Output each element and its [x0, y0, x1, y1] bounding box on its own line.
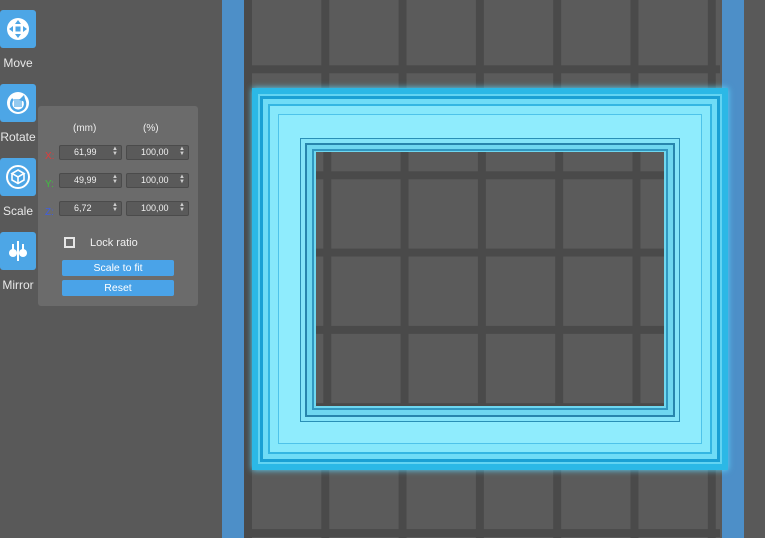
- z-percent-input[interactable]: 100,00 ▲ ▼: [126, 201, 189, 216]
- z-mm-value: 6,72: [74, 203, 92, 213]
- build-plate-edge-left: [222, 0, 244, 538]
- rotate-button[interactable]: [0, 84, 36, 122]
- move-button[interactable]: [0, 10, 36, 48]
- z-axis-label: Z:: [45, 207, 54, 218]
- y-axis-label: Y:: [45, 179, 54, 190]
- move-label: Move: [3, 56, 33, 70]
- y-mm-value: 49,99: [74, 175, 97, 185]
- y-mm-input[interactable]: 49,99 ▲ ▼: [59, 173, 122, 188]
- x-percent-value: 100,00: [141, 147, 169, 157]
- mirror-icon: [9, 241, 27, 261]
- y-percent-stepper-icon[interactable]: ▲ ▼: [179, 174, 185, 186]
- selected-model[interactable]: [252, 88, 728, 470]
- rotate-label: Rotate: [0, 130, 36, 144]
- x-mm-stepper-icon[interactable]: ▲ ▼: [112, 146, 118, 158]
- scale-label: Scale: [2, 204, 34, 218]
- scale-to-fit-button[interactable]: Scale to fit: [62, 260, 174, 276]
- lock-ratio-label: Lock ratio: [90, 237, 138, 249]
- x-mm-input[interactable]: 61,99 ▲ ▼: [59, 145, 122, 160]
- y-percent-value: 100,00: [141, 175, 169, 185]
- scale-button[interactable]: [0, 158, 36, 196]
- mirror-label: Mirror: [2, 278, 34, 292]
- x-axis-label: X:: [45, 151, 55, 162]
- rotate-icon: [7, 92, 29, 114]
- x-percent-stepper-icon[interactable]: ▲ ▼: [179, 146, 185, 158]
- percent-column-header: (%): [143, 123, 159, 134]
- move-icon: [7, 18, 29, 40]
- z-percent-value: 100,00: [141, 203, 169, 213]
- x-mm-value: 61,99: [74, 147, 97, 157]
- lock-ratio-checkbox[interactable]: [64, 237, 75, 248]
- y-mm-stepper-icon[interactable]: ▲ ▼: [112, 174, 118, 186]
- mm-column-header: (mm): [73, 123, 97, 134]
- y-percent-input[interactable]: 100,00 ▲ ▼: [126, 173, 189, 188]
- scale-icon: [6, 165, 30, 189]
- z-mm-input[interactable]: 6,72 ▲ ▼: [59, 201, 122, 216]
- scale-panel: (mm) (%) X: 61,99 ▲ ▼ 100,00 ▲ ▼ Y: 49,99 …: [38, 106, 198, 306]
- z-percent-stepper-icon[interactable]: ▲ ▼: [179, 202, 185, 214]
- model-opening: [316, 152, 664, 406]
- x-percent-input[interactable]: 100,00 ▲ ▼: [126, 145, 189, 160]
- reset-button[interactable]: Reset: [62, 280, 174, 296]
- z-mm-stepper-icon[interactable]: ▲ ▼: [112, 202, 118, 214]
- mirror-button[interactable]: [0, 232, 36, 270]
